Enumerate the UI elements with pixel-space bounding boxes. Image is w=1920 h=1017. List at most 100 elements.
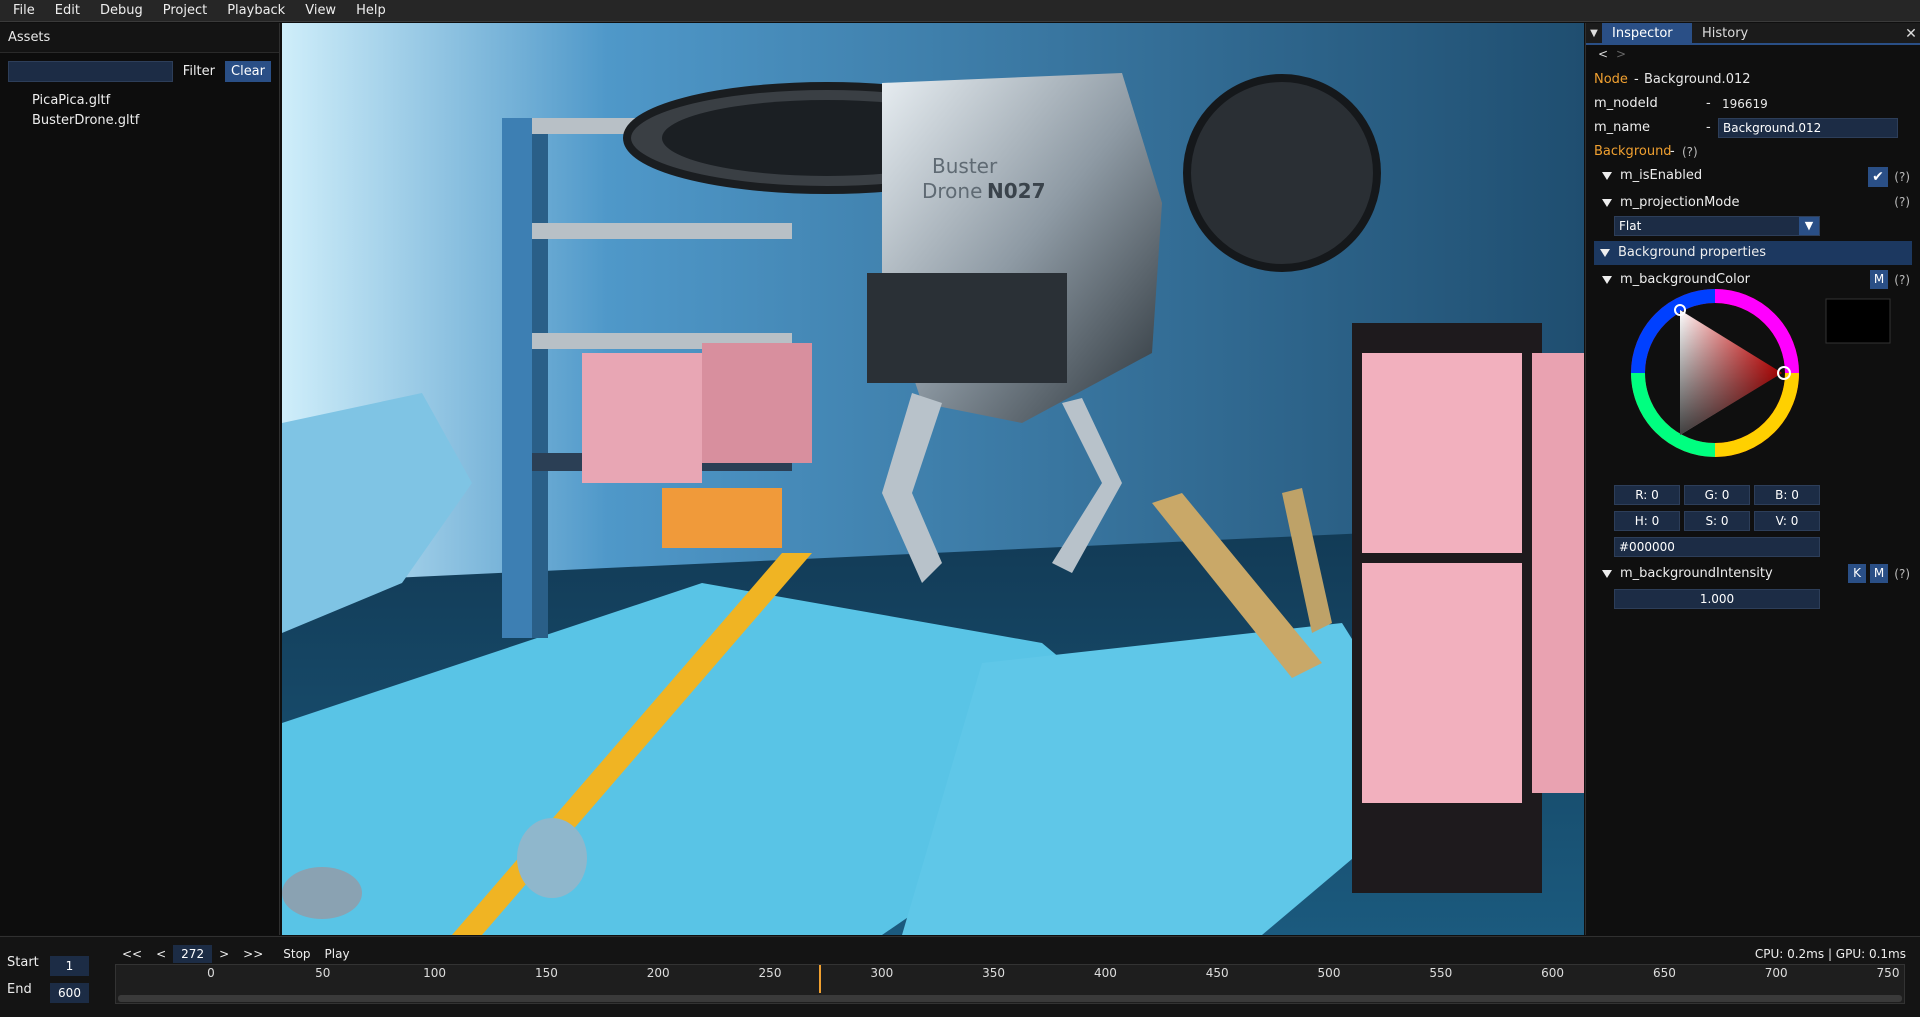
- node-label: Node: [1594, 72, 1628, 87]
- hex-field[interactable]: #000000: [1614, 537, 1820, 557]
- is-enabled-checkbox[interactable]: ✔: [1868, 167, 1888, 187]
- node-name: Background.012: [1644, 72, 1751, 87]
- g-field[interactable]: G: 0: [1684, 485, 1750, 505]
- start-field[interactable]: 1: [50, 956, 89, 976]
- prev-frame-button[interactable]: <: [149, 947, 173, 961]
- k-button[interactable]: K: [1848, 564, 1866, 583]
- rgb-row: R: 0 G: 0 B: 0: [1586, 483, 1920, 509]
- tick-label: 350: [982, 966, 1006, 980]
- menu-debug[interactable]: Debug: [87, 0, 150, 22]
- drone-text-3: N027: [987, 179, 1046, 203]
- name-label: m_name: [1594, 120, 1651, 135]
- expand-icon[interactable]: [1602, 569, 1612, 578]
- first-frame-button[interactable]: <<: [115, 947, 149, 961]
- tick-label: 0: [207, 966, 215, 980]
- menu-playback[interactable]: Playback: [214, 0, 292, 22]
- h-field[interactable]: H: 0: [1614, 511, 1680, 531]
- expand-icon[interactable]: [1602, 198, 1612, 207]
- projection-value: Flat: [1619, 219, 1642, 233]
- projection-row: m_projectionMode (?): [1586, 191, 1920, 215]
- s-field[interactable]: S: 0: [1684, 511, 1750, 531]
- intensity-field[interactable]: 1.000: [1614, 589, 1820, 609]
- separator: -: [1670, 144, 1675, 159]
- node-id-value: 196619: [1722, 97, 1768, 111]
- separator: -: [1706, 120, 1711, 135]
- end-label: End: [7, 982, 32, 997]
- assets-filter-input[interactable]: [8, 61, 173, 82]
- projection-select-row: Flat ▼: [1586, 215, 1920, 241]
- projection-select[interactable]: Flat ▼: [1614, 216, 1820, 236]
- tab-inspector[interactable]: Inspector: [1602, 23, 1692, 43]
- m-button[interactable]: M: [1870, 564, 1888, 583]
- drone-text-2: Drone: [922, 179, 982, 203]
- hex-row: #000000: [1586, 535, 1920, 561]
- timeline-ruler[interactable]: 0 50 100 150 200 250 300 350 400 450 500 550 600 650 7…: [115, 964, 1905, 1004]
- node-id-label: m_nodeId: [1594, 96, 1658, 111]
- scene-viewport[interactable]: Buster Drone N027: [282, 23, 1584, 935]
- name-field[interactable]: Background.012: [1718, 118, 1898, 138]
- end-field[interactable]: 600: [50, 983, 89, 1003]
- help-icon[interactable]: (?): [1894, 195, 1910, 209]
- next-frame-button[interactable]: >: [212, 947, 236, 961]
- inspector-tabs: ▼ Inspector History ✕: [1586, 23, 1920, 45]
- help-icon[interactable]: (?): [1894, 170, 1910, 184]
- tick-label: 150: [534, 966, 558, 980]
- bg-properties-label: Background properties: [1600, 245, 1766, 260]
- r-field[interactable]: R: 0: [1614, 485, 1680, 505]
- dropdown-arrow-icon[interactable]: ▼: [1799, 217, 1819, 235]
- menu-edit[interactable]: Edit: [42, 0, 87, 22]
- play-button[interactable]: Play: [318, 947, 357, 961]
- menu-bar: File Edit Debug Project Playback View He…: [0, 0, 1920, 22]
- node-separator: -: [1634, 72, 1639, 87]
- intensity-text: m_backgroundIntensity: [1620, 566, 1773, 581]
- expand-icon[interactable]: [1602, 275, 1612, 284]
- collapse-icon[interactable]: [1600, 248, 1610, 257]
- clear-button[interactable]: Clear: [225, 61, 271, 82]
- playhead[interactable]: [819, 965, 822, 993]
- tick-label: 700: [1764, 966, 1788, 980]
- assets-filter-row: Filter Clear: [0, 53, 279, 90]
- tick-label: 100: [423, 966, 447, 980]
- stop-button[interactable]: Stop: [276, 947, 317, 961]
- asset-item[interactable]: BusterDrone.gltf: [0, 110, 279, 130]
- component-label: Background: [1594, 144, 1672, 159]
- timeline-panel: Start 1 End 600 << < 272 > >> Stop Play …: [0, 936, 1920, 1017]
- tick-label: 750: [1876, 966, 1900, 980]
- menu-help[interactable]: Help: [343, 0, 393, 22]
- timeline-scrollbar[interactable]: [118, 995, 1902, 1002]
- is-enabled-label: m_isEnabled: [1602, 168, 1702, 183]
- inspector-panel: ▼ Inspector History ✕ < > Node - Backgro…: [1585, 23, 1920, 935]
- collapse-icon[interactable]: ▼: [1586, 23, 1602, 43]
- component-help[interactable]: (?): [1682, 145, 1698, 159]
- scene-render: Buster Drone N027: [282, 23, 1584, 935]
- bg-properties-header[interactable]: Background properties: [1594, 241, 1912, 265]
- tick-label: 250: [758, 966, 782, 980]
- bg-properties-text: Background properties: [1618, 245, 1767, 260]
- component-row: Background - (?): [1586, 140, 1920, 164]
- menu-file[interactable]: File: [0, 0, 42, 22]
- assets-title: Assets: [0, 23, 279, 53]
- help-icon[interactable]: (?): [1894, 567, 1910, 581]
- tick-label: 400: [1093, 966, 1117, 980]
- color-wheel[interactable]: [1586, 285, 1920, 475]
- tick-label: 500: [1317, 966, 1341, 980]
- intensity-value-row: 1.000: [1586, 587, 1920, 613]
- b-field[interactable]: B: 0: [1754, 485, 1820, 505]
- tab-history[interactable]: History: [1692, 23, 1758, 43]
- current-frame-field[interactable]: 272: [173, 945, 213, 963]
- close-icon[interactable]: ✕: [1902, 23, 1920, 43]
- projection-text: m_projectionMode: [1620, 195, 1740, 210]
- expand-icon[interactable]: [1602, 171, 1612, 180]
- nav-back-button[interactable]: <: [1598, 47, 1608, 61]
- nav-forward-button[interactable]: >: [1616, 47, 1626, 61]
- asset-item[interactable]: PicaPica.gltf: [0, 90, 279, 110]
- v-field[interactable]: V: 0: [1754, 511, 1820, 531]
- menu-view[interactable]: View: [292, 0, 343, 22]
- menu-project[interactable]: Project: [150, 0, 214, 22]
- perf-readout: CPU: 0.2ms | GPU: 0.1ms: [1754, 947, 1906, 961]
- last-frame-button[interactable]: >>: [236, 947, 270, 961]
- is-enabled-row: m_isEnabled ✔ (?): [1586, 164, 1920, 191]
- nav-row: < >: [1586, 45, 1920, 65]
- node-id-row: m_nodeId - 196619: [1586, 92, 1920, 116]
- tick-label: 650: [1652, 966, 1676, 980]
